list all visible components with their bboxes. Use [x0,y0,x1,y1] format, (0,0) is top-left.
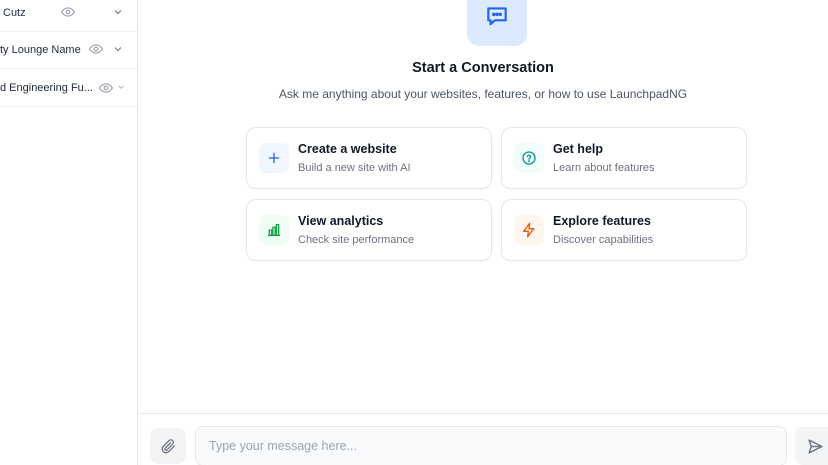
card-description: Build a new site with AI [298,162,411,174]
card-description: Discover capabilities [553,234,654,246]
page-subtitle: Ask me anything about your websites, fea… [278,87,688,101]
bar-chart-icon [259,215,289,245]
site-item[interactable]: ty Lounge Name [0,31,137,69]
send-icon [808,438,823,454]
card-description: Check site performance [298,234,415,246]
card-description: Learn about features [553,162,655,174]
card-title: Create a website [298,142,397,156]
explore-features-card[interactable]: Explore features Discover capabilities [501,199,747,261]
create-website-card[interactable]: Create a website Build a new site with A… [246,127,492,189]
chat-main: Start a Conversation Ask me anything abo… [138,0,828,465]
send-button[interactable] [795,427,828,465]
site-name: d Engineering Fu... [0,81,93,94]
site-name: ty Lounge Name [0,43,81,56]
page-title: Start a Conversation [412,60,554,76]
eye-icon[interactable] [99,81,113,95]
sidebar: Cutz ty Lounge Name d Engineering Fu... [0,0,138,465]
card-title: View analytics [298,214,384,228]
chevron-down-icon[interactable] [112,43,124,55]
message-composer [138,413,828,465]
site-item[interactable]: d Engineering Fu... [0,69,137,107]
chevron-down-icon[interactable] [112,6,124,18]
eye-icon[interactable] [61,5,75,19]
eye-icon[interactable] [89,42,103,56]
card-title: Explore features [553,214,651,228]
get-help-card[interactable]: Get help Learn about features [501,127,747,189]
site-name: Cutz [3,6,26,19]
plus-icon [259,143,289,173]
card-title: Get help [553,142,604,156]
chevron-down-icon[interactable] [116,82,126,92]
chat-icon [467,0,527,46]
message-input[interactable] [195,426,787,465]
paperclip-icon [161,438,175,453]
help-circle-icon [514,143,544,173]
site-item[interactable]: Cutz [0,0,137,32]
view-analytics-card[interactable]: View analytics Check site performance [246,199,492,261]
attach-button[interactable] [150,428,186,464]
zap-icon [514,215,544,245]
